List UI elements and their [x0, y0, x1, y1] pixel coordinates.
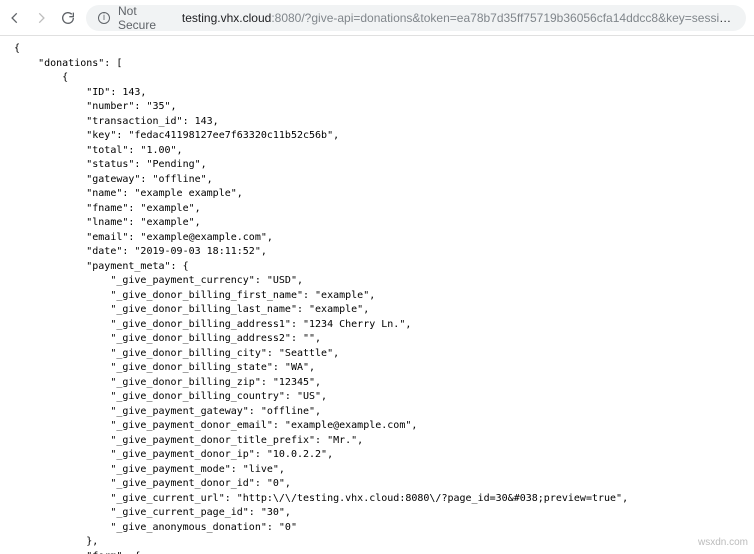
watermark: wsxdn.com [698, 537, 748, 548]
json-body: { "donations": [ { "ID": 143, "number": … [0, 36, 754, 554]
browser-toolbar: i Not Secure testing.vhx.cloud:8080/?giv… [0, 0, 754, 36]
address-bar[interactable]: i Not Secure testing.vhx.cloud:8080/?giv… [86, 5, 746, 31]
not-secure-label: Not Secure [118, 5, 174, 31]
not-secure-icon: i [98, 12, 110, 24]
nav-buttons [8, 10, 76, 26]
reload-button[interactable] [60, 10, 76, 26]
forward-button[interactable] [34, 11, 48, 25]
back-button[interactable] [8, 11, 22, 25]
url-text: testing.vhx.cloud:8080/?give-api=donatio… [182, 11, 734, 25]
